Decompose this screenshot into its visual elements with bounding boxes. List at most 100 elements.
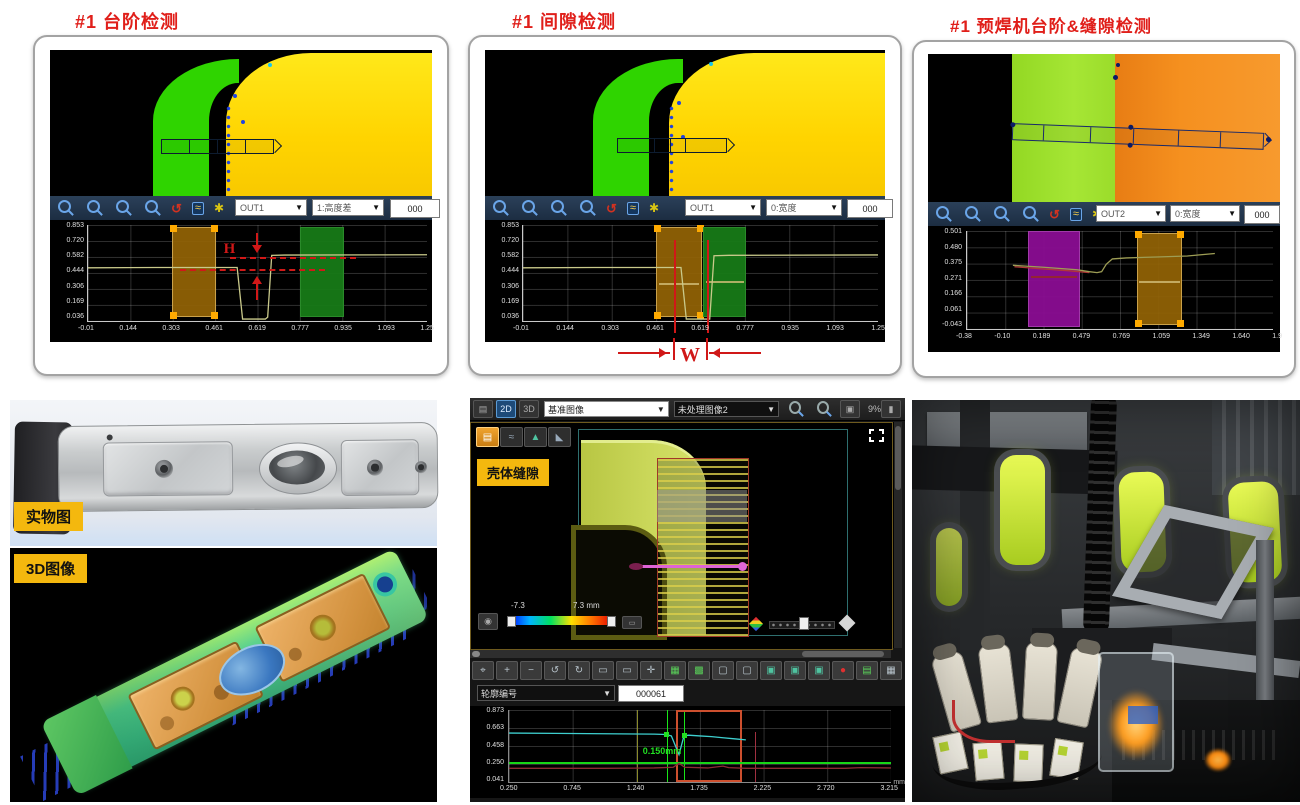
value-box[interactable]: 000 [1244, 205, 1280, 224]
gap-roi[interactable] [657, 458, 749, 637]
view-list-button[interactable]: ▤ [473, 400, 493, 418]
output-select[interactable]: OUT2 ▼ [1096, 205, 1166, 222]
horizontal-scrollbar[interactable] [470, 650, 891, 658]
tool-icon[interactable]: ▣ [808, 661, 830, 680]
texture-button[interactable]: ▲ [524, 427, 547, 447]
mode-select[interactable]: 0:宽度 ▼ [766, 199, 842, 216]
measurement-arrow[interactable] [641, 565, 741, 568]
scroll-button[interactable] [472, 651, 480, 657]
profile-button[interactable]: ≈ [500, 427, 523, 447]
reset-scale-button[interactable]: ◉ [478, 613, 498, 630]
tool-icon[interactable]: − [520, 661, 542, 680]
arrowhead-down [252, 245, 262, 258]
tool-icon[interactable]: ▢ [736, 661, 758, 680]
settings-icon[interactable]: ✱ [214, 202, 224, 214]
zoom-region-icon[interactable] [580, 200, 593, 213]
tool-icon[interactable]: ▦ [880, 661, 902, 680]
gripper-unit [1022, 641, 1058, 721]
zoom-in-icon[interactable] [493, 200, 506, 213]
undo-icon[interactable]: ↺ [606, 202, 617, 215]
height-image-button[interactable]: ▤ [476, 427, 499, 447]
measure-roi[interactable] [161, 139, 274, 154]
zoom-fit-icon[interactable] [551, 200, 564, 213]
w-left-line [673, 338, 675, 360]
arrowhead-left [707, 348, 720, 358]
value-box[interactable]: 000 [847, 199, 893, 218]
scale-max-label: 7.3 mm [573, 601, 600, 610]
profile-view-icon[interactable]: ≈ [627, 202, 639, 215]
tool-icon[interactable]: ▣ [784, 661, 806, 680]
output-select[interactable]: OUT1 ▼ [235, 199, 307, 216]
undo-icon[interactable]: ↺ [1049, 208, 1060, 221]
zoom-in-icon[interactable] [789, 401, 801, 414]
tool-icon[interactable]: ✛ [640, 661, 662, 680]
profile-view-icon[interactable]: ≈ [1070, 208, 1082, 221]
image-select[interactable]: 基准图像 ▼ [544, 401, 669, 417]
zoom-out-icon[interactable] [817, 401, 829, 414]
tool-icon[interactable]: ⌖ [472, 661, 494, 680]
zoom-region-icon[interactable] [145, 200, 158, 213]
zoom-fit-icon[interactable] [116, 200, 129, 213]
cable-conduit [1083, 400, 1117, 634]
scroll-thumb[interactable] [895, 426, 901, 490]
mode-select[interactable]: 1:高度差 ▼ [312, 199, 384, 216]
tab-2d[interactable]: 2D [496, 400, 516, 418]
scale-options-button[interactable]: ▭ [622, 616, 642, 629]
tool-icon[interactable]: ▣ [760, 661, 782, 680]
x-tick-label: 2.225 [754, 784, 772, 793]
tool-icon[interactable]: ▩ [688, 661, 710, 680]
y-tick-label: 0.582 [66, 252, 84, 259]
tool-icon[interactable]: ▤ [856, 661, 878, 680]
zoom-in-icon[interactable] [58, 200, 71, 213]
scale-handle-max[interactable] [607, 616, 616, 627]
scale-handle-min[interactable] [507, 616, 516, 627]
y-tick-label: 0.480 [944, 244, 962, 251]
tool-icon[interactable]: + [496, 661, 518, 680]
measure-roi[interactable] [617, 138, 727, 153]
tab-3d[interactable]: 3D [519, 400, 539, 418]
w-left-line [674, 240, 676, 332]
arrowhead-up [252, 271, 262, 284]
tool-icon[interactable]: ▦ [664, 661, 686, 680]
settings-icon[interactable]: ✱ [649, 202, 659, 214]
profile-number-value[interactable]: 000061 [618, 685, 684, 702]
y-tick-label: 0.458 [486, 742, 504, 749]
h-annotation: H [224, 241, 236, 258]
zoom-out-icon[interactable] [87, 200, 100, 213]
zoom-fit-icon[interactable] [994, 206, 1007, 219]
processed-image-select[interactable]: 未处理图像2 ▼ [674, 401, 779, 417]
tool-icon[interactable]: ↺ [544, 661, 566, 680]
fullscreen-icon[interactable] [869, 429, 884, 442]
mode-select[interactable]: 0:宽度 ▼ [1170, 205, 1240, 222]
fit-view-button[interactable]: ▣ [840, 400, 860, 418]
tool-icon[interactable]: ▭ [616, 661, 638, 680]
tool-icon[interactable]: ▭ [592, 661, 614, 680]
profile-number-select[interactable]: 轮廓编号 ▼ [477, 685, 615, 701]
opacity-handle[interactable] [799, 617, 809, 630]
vertical-scrollbar[interactable] [893, 422, 902, 648]
zoom-out-icon[interactable] [965, 206, 978, 219]
zoom-out-icon[interactable] [522, 200, 535, 213]
gap-measurement: 0.150mm [643, 746, 682, 756]
user-icon[interactable]: ▮ [881, 400, 901, 418]
scroll-thumb[interactable] [802, 651, 884, 657]
cursor-button[interactable]: ◣ [548, 427, 571, 447]
value-box[interactable]: 000 [390, 199, 440, 218]
tool-icon[interactable]: ↻ [568, 661, 590, 680]
cyan-speck [268, 63, 272, 67]
undo-icon[interactable]: ↺ [171, 202, 182, 215]
x-tick-label: 0.619 [248, 324, 266, 333]
x-tick-label: 0.461 [205, 324, 223, 333]
zoom-in-icon[interactable] [936, 206, 949, 219]
tool-icon[interactable]: ▢ [712, 661, 734, 680]
tool-icon[interactable]: ● [832, 661, 854, 680]
output-select[interactable]: OUT1 ▼ [685, 199, 761, 216]
caret-down-icon: ▼ [657, 405, 665, 414]
caret-down-icon: ▼ [369, 203, 383, 212]
cyan-speck [709, 62, 713, 66]
profile-number-label: 轮廓编号 [481, 687, 517, 700]
roi-node[interactable] [1011, 122, 1016, 127]
zoom-region-icon[interactable] [1023, 206, 1036, 219]
profile-view-icon[interactable]: ≈ [192, 202, 204, 215]
profile-plot [967, 231, 1273, 329]
